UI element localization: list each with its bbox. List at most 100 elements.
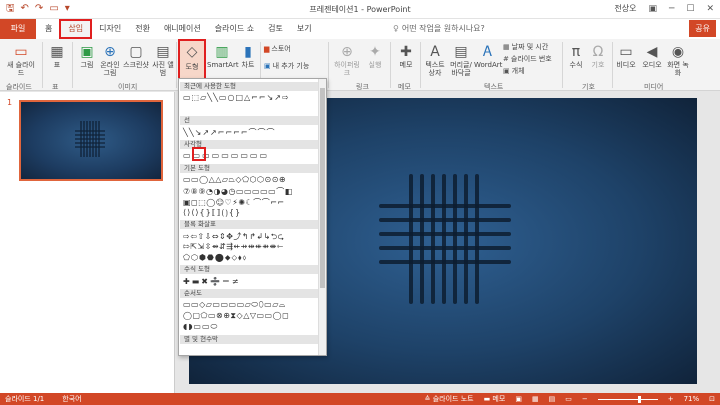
store-button[interactable]: ▆ 스토어 — [264, 44, 291, 54]
shape-row-arrows-3[interactable]: ⬠⬡⬢⬣⬤⬥⬦⬧⬨ — [183, 253, 247, 263]
video-button[interactable]: ▭ 비디오 — [614, 43, 638, 69]
gallery-row-lines: ╲╲↘↗↗⌐⌐⌐⌐⌒⌒⌒ — [183, 127, 276, 138]
ribbon-separator — [390, 42, 391, 88]
zoom-level[interactable]: 71% — [684, 393, 700, 405]
shapes-button[interactable]: ◇ 도형 — [178, 39, 206, 83]
shape-row-arrows-2[interactable]: ⇰⇱⇲⇳⇴⇵⇶⇷⇸⇹⇺⇻⇼⇽ — [183, 242, 284, 251]
group-label-media: 미디어 — [644, 83, 664, 91]
tab-file[interactable]: 파일 — [0, 19, 36, 39]
object-icon: ▣ — [503, 67, 510, 75]
zoom-out-icon[interactable]: − — [582, 393, 588, 405]
gallery-header-recent: 최근에 사용한 도형 — [180, 82, 319, 91]
notes-button[interactable]: ≙ 슬라이드 노트 — [425, 393, 474, 405]
shape-row-flow-1[interactable]: ▭▭◇▱▭▭▭▭▱⬭⬯▭▱⌓ — [183, 300, 286, 310]
shape-row-flow-2[interactable]: ◯▢⬠▭⊗⊕⧗◇△▽▭▭◯◻ — [183, 311, 289, 321]
table-button[interactable]: ▦ 표 — [46, 43, 68, 69]
comments-button[interactable]: ▬ 메모 — [484, 393, 506, 405]
comment-button[interactable]: ✚ 메모 — [394, 43, 418, 69]
maximize-icon[interactable]: ☐ — [686, 4, 694, 14]
ribbon: ▭ 새 슬라이드 ▦ 표 ▣ 그림 ⊕ 온라인 그림 ▢ 스크린샷 ▤ 사진 앨범 ◇ 도형 … — [0, 39, 720, 91]
weave-graphic[interactable] — [379, 174, 511, 304]
share-button[interactable]: 공유 — [689, 20, 716, 37]
group-label-symbols: 기호 — [582, 83, 595, 91]
textbox-button[interactable]: A 텍스트 상자 — [422, 43, 448, 77]
shape-row-basic-2[interactable]: ⑦⑧⑨◔◑◕◷▭▭▭▭▭⌒◧ — [183, 186, 293, 197]
globe-icon: ⊕ — [341, 44, 353, 60]
shape-row-basic-4[interactable]: ⟨⟩⟨⟩{}⟦⟧⟮⟯{} — [183, 208, 241, 218]
tab-review[interactable]: 검토 — [261, 19, 290, 39]
reading-view-icon[interactable]: ▤ — [549, 393, 556, 405]
tab-animations[interactable]: 애니메이션 — [157, 19, 208, 39]
ribbon-display-icon[interactable]: ▣ — [648, 4, 657, 14]
ribbon-separator — [176, 42, 177, 88]
date-time-button[interactable]: ▦ 날짜 및 시간 — [503, 42, 548, 52]
header-footer-button[interactable]: ▤ 머리글/바닥글 — [448, 43, 474, 77]
table-icon: ▦ — [50, 44, 64, 60]
minimize-icon[interactable]: ─ — [669, 4, 674, 14]
omega-icon: Ω — [592, 44, 604, 60]
speaker-icon: ◀ — [646, 44, 658, 60]
shape-row-basic-3[interactable]: ▣◻⬚◯☺♡⚡✺☾⌒⌒⌐⌐ — [183, 197, 285, 208]
zoom-slider[interactable] — [597, 395, 658, 403]
wordart-button[interactable]: Ꭺ WordArt — [474, 43, 502, 69]
language-indicator[interactable]: 한국어 — [62, 393, 81, 405]
video-icon: ▭ — [619, 44, 633, 60]
selected-rectangle-shape[interactable] — [192, 147, 206, 161]
fit-slide-icon[interactable]: ⊡ — [709, 393, 715, 405]
shape-row-basic-1[interactable]: ▭▭◯△△▱⏢◇⬠⬡⬡⊙⊙⊕ — [183, 175, 286, 185]
pi-icon: π — [571, 44, 581, 60]
tab-slideshow[interactable]: 슬라이드 쇼 — [208, 19, 261, 39]
audio-button[interactable]: ◀ 오디오 — [640, 43, 664, 69]
picture-button[interactable]: ▣ 그림 — [76, 43, 98, 69]
screenshot-button[interactable]: ▢ 스크린샷 — [122, 43, 150, 69]
new-slide-button[interactable]: ▭ 새 슬라이드 — [4, 43, 38, 77]
tab-view[interactable]: 보기 — [290, 19, 319, 39]
gallery-header-stars: 별 및 현수막 — [180, 335, 319, 344]
chart-button[interactable]: ▮ 차트 — [238, 43, 258, 69]
hyperlink-button[interactable]: ⊕ 하이퍼링크 — [332, 43, 362, 77]
online-picture-button[interactable]: ⊕ 온라인 그림 — [98, 43, 122, 77]
slideshow-icon[interactable]: ▭ — [565, 393, 572, 405]
ribbon-separator — [328, 42, 329, 88]
store-icon: ▆ — [264, 45, 270, 53]
object-button[interactable]: ▣ 개체 — [503, 66, 525, 76]
screen-recording-button[interactable]: ◉ 화면 녹화 — [667, 43, 689, 77]
slide-thumbnail[interactable] — [19, 100, 163, 181]
ribbon-separator — [562, 42, 563, 88]
tab-insert[interactable]: 삽입 — [59, 19, 93, 39]
shape-row-recent[interactable]: ▭⬚▱╲╲▭○□△⌐⌐↘↗⇨ — [183, 93, 290, 102]
gallery-row-flow-3: ◖◗▭▭⬭ — [183, 322, 218, 332]
tell-me-text: 어떤 작업을 원하시나요? — [401, 24, 485, 33]
symbol-button[interactable]: Ω 기호 — [588, 43, 608, 69]
gallery-row-flow-2: ◯▢⬠▭⊗⊕⧗◇△▽▭▭◯◻ — [183, 311, 289, 321]
my-addins-button[interactable]: ▣ 내 추가 기능 — [264, 61, 309, 71]
new-slide-icon: ▭ — [14, 44, 28, 60]
tab-design[interactable]: 디자인 — [92, 19, 128, 39]
tab-transitions[interactable]: 전환 — [128, 19, 157, 39]
shape-row-equation[interactable]: ✚▬✖➗＝≠ — [183, 276, 241, 287]
slide-number-button[interactable]: # 슬라이드 번호 — [503, 54, 552, 64]
tell-me-box[interactable]: ♀ 어떤 작업을 원하시나요? — [393, 23, 485, 34]
gallery-scroll-thumb[interactable] — [320, 88, 325, 288]
horizontal-line — [379, 232, 511, 236]
gallery-scrollbar[interactable] — [318, 79, 326, 355]
user-name[interactable]: 전상오 — [614, 3, 636, 14]
zoom-in-icon[interactable]: + — [668, 393, 674, 405]
equation-button[interactable]: π 수식 — [566, 43, 586, 69]
close-icon[interactable]: ✕ — [706, 4, 714, 14]
gallery-header-equation: 수식 도형 — [180, 265, 319, 274]
smartart-icon: ▥ — [215, 44, 229, 60]
photo-album-button[interactable]: ▤ 사진 앨범 — [152, 43, 174, 77]
comment-icon: ✚ — [400, 44, 412, 60]
horizontal-line — [379, 218, 511, 222]
tab-home[interactable]: 홈 — [38, 19, 59, 39]
smartart-button[interactable]: ▥ SmartArt — [207, 43, 239, 69]
picture-icon: ▣ — [80, 44, 94, 60]
normal-view-icon[interactable]: ▣ — [515, 393, 522, 405]
gallery-header-flowchart: 순서도 — [180, 289, 319, 298]
slide-sorter-icon[interactable]: ▦ — [532, 393, 539, 405]
action-button[interactable]: ✦ 실행 — [365, 43, 385, 69]
addins-icon: ▣ — [264, 62, 271, 70]
shape-row-flow-3[interactable]: ◖◗▭▭⬭ — [183, 322, 218, 332]
shape-row-lines[interactable]: ╲╲↘↗↗⌐⌐⌐⌐⌒⌒⌒ — [183, 127, 276, 138]
